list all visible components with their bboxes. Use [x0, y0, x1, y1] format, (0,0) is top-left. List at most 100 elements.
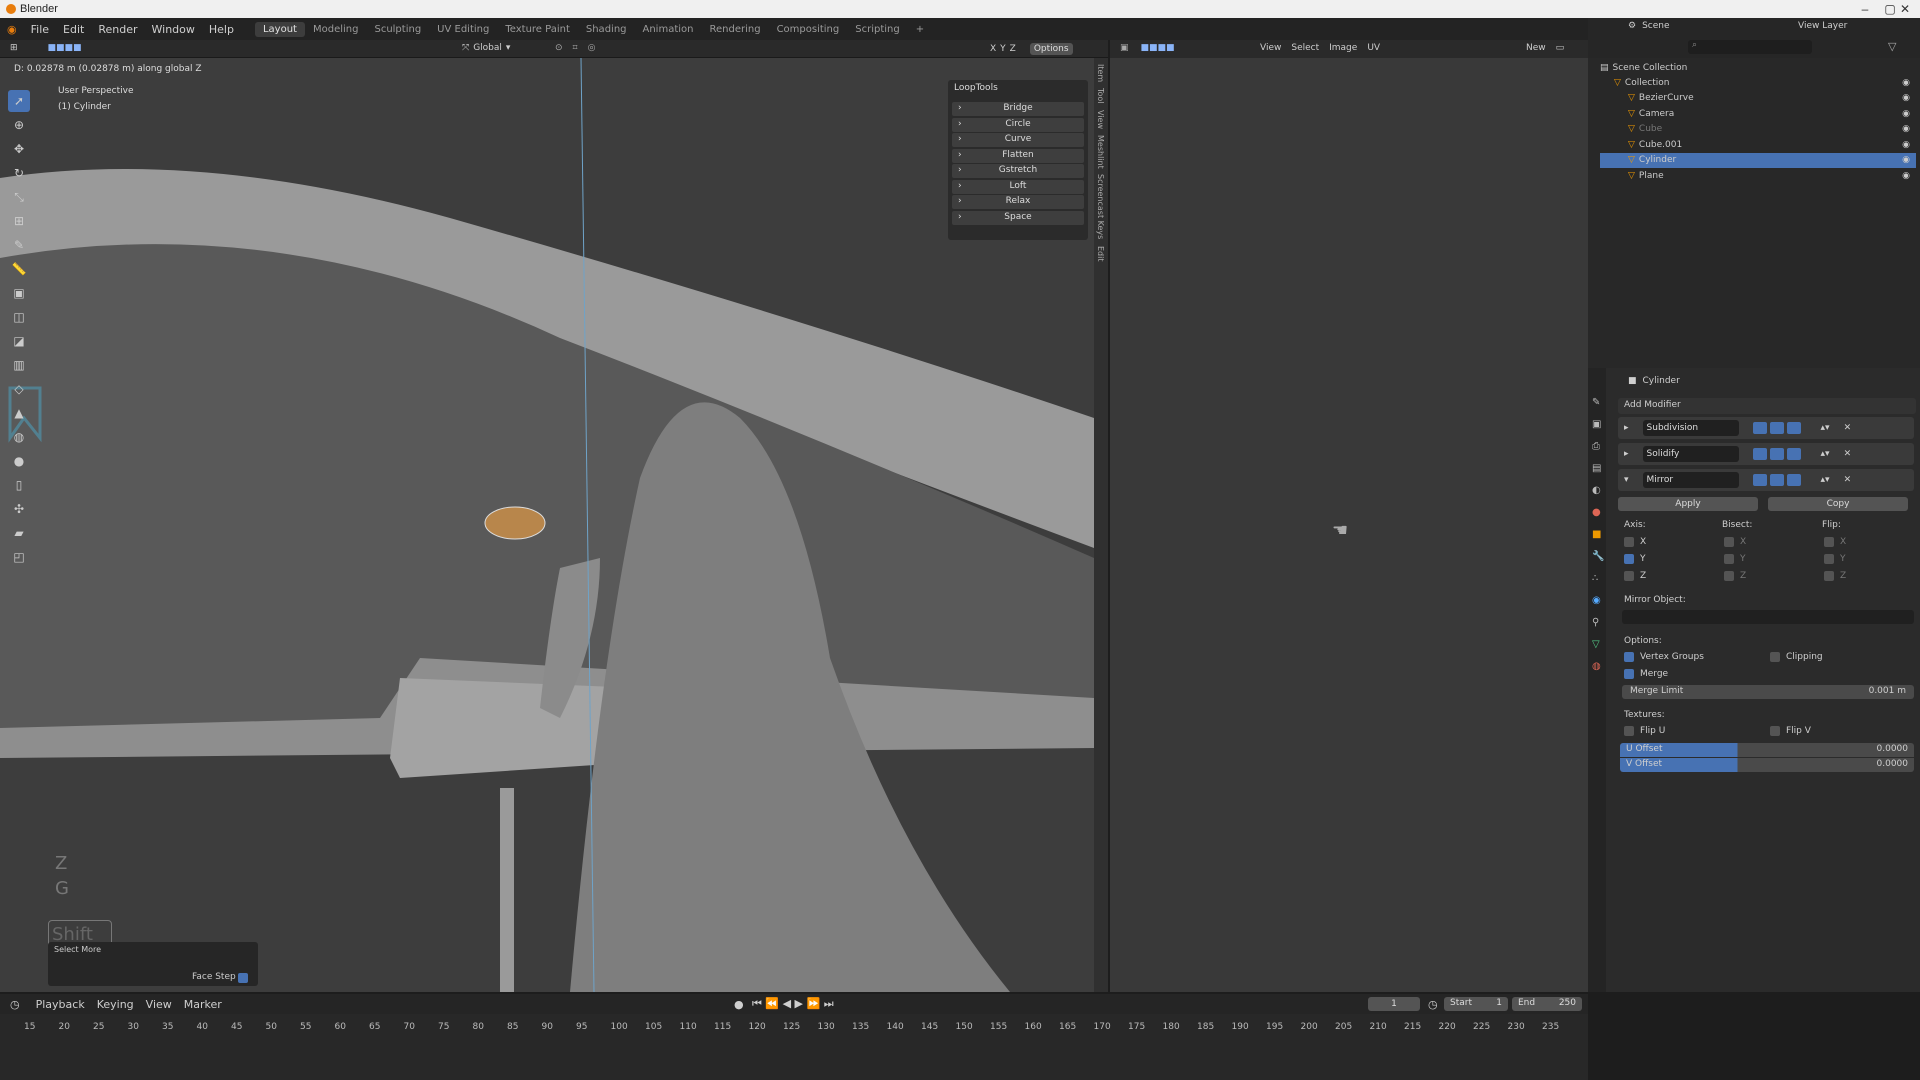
visibility-eye-icon[interactable]: ◉: [1902, 155, 1910, 165]
looptools-bridge[interactable]: › Bridge: [952, 102, 1084, 116]
flip-v-checkbox[interactable]: [1770, 726, 1780, 736]
view-layer-tab-icon[interactable]: ▤: [1592, 458, 1606, 480]
spin-tool-icon[interactable]: ◍: [8, 426, 30, 448]
close-icon[interactable]: ✕: [1890, 0, 1920, 18]
outliner-item-collection[interactable]: ▽ Collection ◉: [1600, 75, 1916, 90]
modifier-solidify[interactable]: ▸ Solidify ▴▾ ✕: [1618, 443, 1914, 465]
smooth-tool-icon[interactable]: ●: [8, 450, 30, 472]
bevel-tool-icon[interactable]: ◪: [8, 330, 30, 352]
v-offset-field[interactable]: V Offset 0.0000: [1620, 758, 1914, 772]
clipping-checkbox[interactable]: [1770, 652, 1780, 662]
tab-compositing[interactable]: Compositing: [769, 22, 848, 37]
tab-layout[interactable]: Layout: [254, 21, 305, 37]
editmode-toggle-icon[interactable]: [1752, 422, 1767, 434]
measure-tool-icon[interactable]: 📏: [8, 258, 30, 280]
pivot-icon[interactable]: ⊙: [555, 43, 563, 53]
folder-icon[interactable]: ▭: [1556, 43, 1565, 53]
expand-icon[interactable]: ▸: [1624, 449, 1629, 459]
options-button[interactable]: Options: [1029, 43, 1073, 55]
proportional-icon[interactable]: ◎: [588, 43, 596, 53]
physics-tab-icon[interactable]: ◉: [1592, 590, 1606, 612]
view-layer-name[interactable]: View Layer: [1798, 21, 1847, 31]
scene-name[interactable]: Scene: [1642, 21, 1669, 31]
loopcut-tool-icon[interactable]: ▥: [8, 354, 30, 376]
menu-file[interactable]: File: [24, 23, 56, 36]
outliner-scene-collection[interactable]: ▤ Scene Collection: [1600, 60, 1916, 75]
outliner-item-cube-001[interactable]: ▽ Cube.001 ◉: [1600, 137, 1916, 152]
end-frame-field[interactable]: End 250: [1512, 997, 1582, 1011]
viewport-3d[interactable]: D: 0.02878 m (0.02878 m) along global Z …: [0, 58, 1094, 992]
flip-z-checkbox[interactable]: [1824, 571, 1834, 581]
start-frame-field[interactable]: Start 1: [1444, 997, 1508, 1011]
particles-tab-icon[interactable]: ∴: [1592, 568, 1606, 590]
playback-controls-icon[interactable]: ⏮ ⏪ ◀ ▶ ⏩ ⏭: [752, 997, 834, 1011]
object-tab-icon[interactable]: ■: [1592, 524, 1606, 546]
tab-screencast-keys[interactable]: Screencast Keys: [1096, 174, 1105, 239]
operator-panel-title[interactable]: Select More: [54, 945, 101, 954]
looptools-curve[interactable]: › Curve: [952, 133, 1084, 147]
tab-edit[interactable]: Edit: [1096, 246, 1105, 262]
render-tab-icon[interactable]: ▣: [1592, 414, 1606, 436]
preview-range-icon[interactable]: ◷: [1428, 998, 1438, 1011]
vertex-groups-checkbox[interactable]: [1624, 652, 1634, 662]
shear-tool-icon[interactable]: ▰: [8, 522, 30, 544]
image-editor-type-icon[interactable]: ▣: [1120, 43, 1129, 53]
add-modifier-dropdown[interactable]: Add Modifier: [1618, 398, 1916, 414]
u-offset-field[interactable]: U Offset 0.0000: [1620, 743, 1914, 757]
move-up-icon[interactable]: ▴▾: [1821, 423, 1830, 433]
new-image-button[interactable]: New: [1526, 43, 1546, 53]
modifier-mirror[interactable]: ▾ Mirror ▴▾ ✕: [1618, 469, 1914, 491]
modifier-name[interactable]: Mirror: [1642, 472, 1739, 488]
move-tool-icon[interactable]: ✥: [8, 138, 30, 160]
image-menu-view[interactable]: View: [1260, 43, 1281, 53]
tab-rendering[interactable]: Rendering: [701, 22, 768, 37]
axis-y-checkbox[interactable]: [1624, 554, 1634, 564]
outliner-item-beziercurve[interactable]: ▽ BezierCurve ◉: [1600, 91, 1916, 106]
merge-checkbox[interactable]: [1624, 669, 1634, 679]
keying-menu[interactable]: Keying: [97, 998, 134, 1011]
visibility-eye-icon[interactable]: ◉: [1902, 109, 1910, 119]
visibility-eye-icon[interactable]: ◉: [1902, 171, 1910, 181]
current-frame-field[interactable]: 1: [1368, 997, 1420, 1011]
collapse-icon[interactable]: ▾: [1624, 475, 1629, 485]
expand-icon[interactable]: ▸: [1624, 423, 1629, 433]
axis-x-toggle[interactable]: X: [990, 44, 996, 54]
editor-type-icon[interactable]: ⊞: [10, 43, 18, 53]
merge-limit-field[interactable]: Merge Limit 0.001 m: [1622, 685, 1914, 699]
tab-scripting[interactable]: Scripting: [847, 22, 907, 37]
record-icon[interactable]: ●: [734, 998, 744, 1011]
tab-view[interactable]: View: [1096, 110, 1105, 129]
tab-meshlint[interactable]: Meshlint: [1096, 135, 1105, 169]
extrude-tool-icon[interactable]: ▣: [8, 282, 30, 304]
visibility-eye-icon[interactable]: ◉: [1902, 140, 1910, 150]
knife-tool-icon[interactable]: ◇: [8, 378, 30, 400]
looptools-title[interactable]: LoopTools: [954, 83, 998, 93]
edge-slide-tool-icon[interactable]: ▯: [8, 474, 30, 496]
outliner-item-camera[interactable]: ▽ Camera ◉: [1600, 106, 1916, 121]
timeline-view-menu[interactable]: View: [146, 998, 172, 1011]
flip-x-checkbox[interactable]: [1824, 537, 1834, 547]
outliner-item-cylinder[interactable]: ▽ Cylinder ◉: [1600, 152, 1916, 168]
constraints-tab-icon[interactable]: ⚲: [1592, 612, 1606, 634]
cursor-tool-icon[interactable]: ⊕: [8, 114, 30, 136]
tab-item[interactable]: Item: [1096, 64, 1105, 82]
world-tab-icon[interactable]: ●: [1592, 502, 1606, 524]
image-menu-image[interactable]: Image: [1329, 43, 1357, 53]
axis-y-toggle[interactable]: Y: [1000, 44, 1006, 54]
menu-window[interactable]: Window: [145, 23, 202, 36]
tool-tab-icon[interactable]: ✎: [1592, 392, 1606, 414]
viewport-toggle-icon[interactable]: [1769, 422, 1784, 434]
axis-x-checkbox[interactable]: [1624, 537, 1634, 547]
render-toggle-icon[interactable]: [1786, 474, 1801, 486]
axis-z-checkbox[interactable]: [1624, 571, 1634, 581]
scene-tab-icon[interactable]: ◐: [1592, 480, 1606, 502]
visibility-eye-icon[interactable]: ◉: [1902, 93, 1910, 103]
axis-z-toggle[interactable]: Z: [1010, 44, 1016, 54]
playback-menu[interactable]: Playback: [36, 998, 85, 1011]
move-up-icon[interactable]: ▴▾: [1821, 475, 1830, 485]
modifier-subdivision[interactable]: ▸ Subdivision ▴▾ ✕: [1618, 417, 1914, 439]
looptools-relax[interactable]: › Relax: [952, 195, 1084, 209]
orientation-dropdown[interactable]: Global: [473, 43, 502, 53]
bisect-y-checkbox[interactable]: [1724, 554, 1734, 564]
annotate-tool-icon[interactable]: ✎: [8, 234, 30, 256]
